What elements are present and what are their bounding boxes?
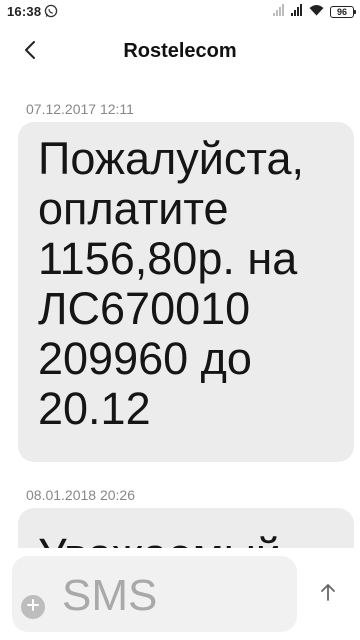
add-attachment-button[interactable] [21,595,45,619]
composer [0,548,360,640]
message-line: 20.12 [38,383,151,434]
sms-thread-screen: 16:38 96 Rostelecom 07.12.2017 12:11 Пож… [0,0,360,640]
message-line: 1156,80р. на [38,233,298,284]
arrow-up-icon [320,583,336,606]
wifi-icon [309,4,324,19]
composer-box [12,556,297,632]
conversation-header: Rostelecom [0,24,360,80]
message-line: Пожалуйста, [38,133,305,184]
plus-icon [27,598,39,616]
status-icons: 96 [273,4,356,19]
message-timestamp: 07.12.2017 12:11 [26,101,134,117]
message-line: ЛС670010 [38,283,251,334]
message-bubble[interactable]: Пожалуйста, оплатите 1156,80р. на ЛС6700… [18,122,354,462]
battery-icon: 96 [330,5,356,18]
message-line: оплатите [38,183,229,234]
conversation-title: Rostelecom [123,40,237,62]
signal-icon [291,4,303,19]
message-timestamp: 08.01.2018 20:26 [26,487,135,503]
sms-input[interactable] [60,570,284,622]
signal-icon [273,4,285,19]
message-line: 209960 до [38,333,252,384]
status-time: 16:38 [7,4,42,19]
whatsapp-icon [44,4,58,18]
send-button[interactable] [312,578,344,610]
status-bar: 16:38 96 [0,0,360,24]
